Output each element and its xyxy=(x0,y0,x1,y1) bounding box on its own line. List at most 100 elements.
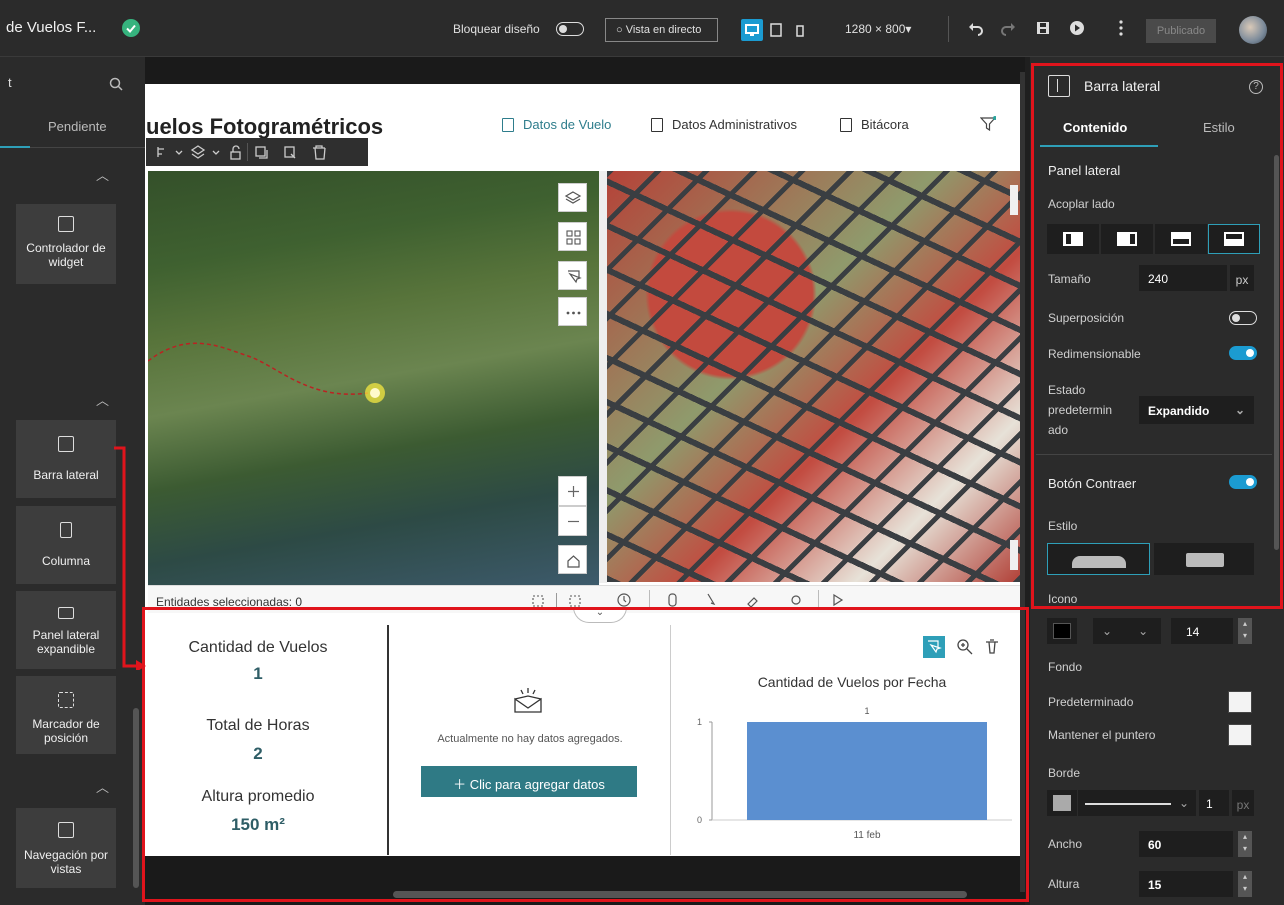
item-label: vistas xyxy=(50,862,82,876)
tablet-device-icon[interactable] xyxy=(765,19,787,41)
height-input[interactable]: 15 xyxy=(1139,871,1233,897)
border-style-select[interactable]: ⌄ xyxy=(1078,790,1196,816)
settings-scrollbar[interactable] xyxy=(1274,155,1279,550)
redo-icon[interactable] xyxy=(1000,19,1018,37)
search-icon[interactable] xyxy=(109,77,123,91)
app-title[interactable]: de Vuelos F... xyxy=(6,19,96,36)
dock-top-button[interactable] xyxy=(1155,224,1207,254)
scene-nav-control[interactable] xyxy=(1010,185,1018,215)
save-icon[interactable] xyxy=(1034,19,1052,37)
layers-icon[interactable] xyxy=(558,183,587,212)
item-label: Panel lateral xyxy=(32,628,100,642)
scene-nav-control[interactable] xyxy=(1010,540,1018,570)
overlay-toggle[interactable] xyxy=(1229,311,1257,325)
divider xyxy=(948,16,949,42)
nav-admin-data[interactable]: Datos Administrativos xyxy=(672,117,797,132)
zoom-in-icon[interactable] xyxy=(558,476,587,506)
column-widget-item[interactable]: Columna xyxy=(16,506,116,584)
size-input[interactable]: 240 xyxy=(1139,265,1227,291)
resolution-value: 1280 × 800 xyxy=(845,22,906,36)
help-icon[interactable]: ? xyxy=(1249,80,1263,94)
tab-pending[interactable]: Pendiente xyxy=(48,119,107,134)
dock-right-button[interactable] xyxy=(1101,224,1153,254)
filter-icon[interactable] xyxy=(980,116,996,132)
chevron-down-icon: ⌄ xyxy=(1234,403,1245,417)
publish-button[interactable]: Publicado xyxy=(1146,19,1216,43)
tab-content[interactable]: Contenido xyxy=(1063,120,1127,135)
icon-select[interactable]: ⌄ ⌄ xyxy=(1093,618,1161,644)
default-state-select[interactable]: Expandido ⌄ xyxy=(1139,396,1254,424)
panel-icon xyxy=(58,607,74,619)
icon-color-picker[interactable] xyxy=(1047,618,1077,644)
nav-flight-data[interactable]: Datos de Vuelo xyxy=(523,117,611,132)
live-view-button[interactable]: ○ Vista en directo xyxy=(605,18,718,42)
collapse-style-square[interactable] xyxy=(1154,543,1254,575)
item-label: expandible xyxy=(36,642,96,656)
scene-widget[interactable] xyxy=(607,171,1020,582)
sidebar-widget-item[interactable]: Barra lateral xyxy=(16,420,116,498)
chevron-down-icon: ⌄ xyxy=(1178,796,1189,810)
chevron-up-icon[interactable]: ︿ xyxy=(96,165,109,184)
more-map-tools-icon[interactable] xyxy=(558,297,587,326)
height-stepper[interactable]: ▴ ▾ xyxy=(1238,871,1252,897)
left-panel-scrollbar[interactable] xyxy=(133,708,139,888)
width-stepper[interactable]: ▴ ▾ xyxy=(1238,831,1252,857)
home-icon[interactable] xyxy=(558,545,587,574)
overlay-label: Superposición xyxy=(1048,311,1125,325)
icon-size-stepper[interactable]: ▴ ▾ xyxy=(1238,618,1252,644)
border-color-picker[interactable] xyxy=(1047,790,1077,816)
item-label: Marcador de xyxy=(32,717,100,731)
column-icon xyxy=(60,522,72,538)
resizable-toggle[interactable] xyxy=(1229,346,1257,360)
width-input[interactable]: 60 xyxy=(1139,831,1233,857)
default-state-label: Estado predetermin ado xyxy=(1048,380,1112,440)
lock-layout-label: Bloquear diseño xyxy=(453,22,540,36)
icon-size-input[interactable]: 14 xyxy=(1171,618,1233,644)
collapse-button-toggle[interactable] xyxy=(1229,475,1257,489)
label-line: Estado xyxy=(1048,383,1086,397)
width-label: Ancho xyxy=(1048,837,1083,851)
preview-icon[interactable] xyxy=(1068,19,1086,37)
active-tab-indicator xyxy=(0,146,30,148)
dock-left-button[interactable] xyxy=(1047,224,1099,254)
page-title: uelos Fotogramétricos xyxy=(146,114,384,139)
collapse-style-rounded[interactable] xyxy=(1047,543,1150,575)
basemap-gallery-icon[interactable] xyxy=(558,222,587,251)
dock-bottom-button[interactable] xyxy=(1208,224,1260,254)
resolution-dropdown[interactable]: 1280 × 800▾ xyxy=(845,22,911,36)
chevron-up-icon[interactable]: ︿ xyxy=(96,777,109,796)
desktop-device-icon[interactable] xyxy=(741,19,763,41)
expandable-panel-widget-item[interactable]: Panel lateral expandible xyxy=(16,591,116,669)
select-tool-icon[interactable] xyxy=(558,261,587,290)
search-field[interactable]: t xyxy=(8,75,12,90)
page-icon xyxy=(651,118,663,132)
default-bg-swatch[interactable] xyxy=(1228,691,1252,713)
widget-controller-item[interactable]: Controlador de widget xyxy=(16,204,116,284)
chevron-down-icon: ⌄ xyxy=(1138,624,1149,638)
live-view-label: Vista en directo xyxy=(625,24,702,36)
more-options-icon[interactable] xyxy=(1112,19,1130,37)
hover-bg-swatch[interactable] xyxy=(1228,724,1252,746)
border-width-unit[interactable]: px xyxy=(1232,790,1254,816)
border-label: Borde xyxy=(1048,766,1081,780)
lock-layout-toggle[interactable] xyxy=(556,22,584,36)
page-icon xyxy=(502,118,514,132)
item-label: posición xyxy=(43,731,89,745)
zoom-out-icon[interactable] xyxy=(558,506,587,536)
grid-icon xyxy=(58,216,74,232)
chevron-up-icon[interactable]: ︿ xyxy=(96,390,109,409)
avatar[interactable] xyxy=(1239,16,1267,44)
phone-device-icon[interactable] xyxy=(789,19,811,41)
placeholder-widget-item[interactable]: Marcador de posición xyxy=(16,676,116,754)
tab-style[interactable]: Estilo xyxy=(1203,120,1235,135)
border-width-input[interactable]: 1 xyxy=(1199,790,1229,816)
item-label: Controlador de xyxy=(26,241,106,255)
views-navigation-widget-item[interactable]: Navegación por vistas xyxy=(16,808,116,888)
size-unit[interactable]: px xyxy=(1230,265,1254,291)
undo-icon[interactable] xyxy=(966,19,984,37)
panel-title: Barra lateral xyxy=(1084,78,1161,94)
nav-log[interactable]: Bitácora xyxy=(861,117,909,132)
sidebar-icon xyxy=(1048,75,1070,97)
map-widget[interactable] xyxy=(148,171,599,585)
views-navigation-icon xyxy=(58,822,74,838)
